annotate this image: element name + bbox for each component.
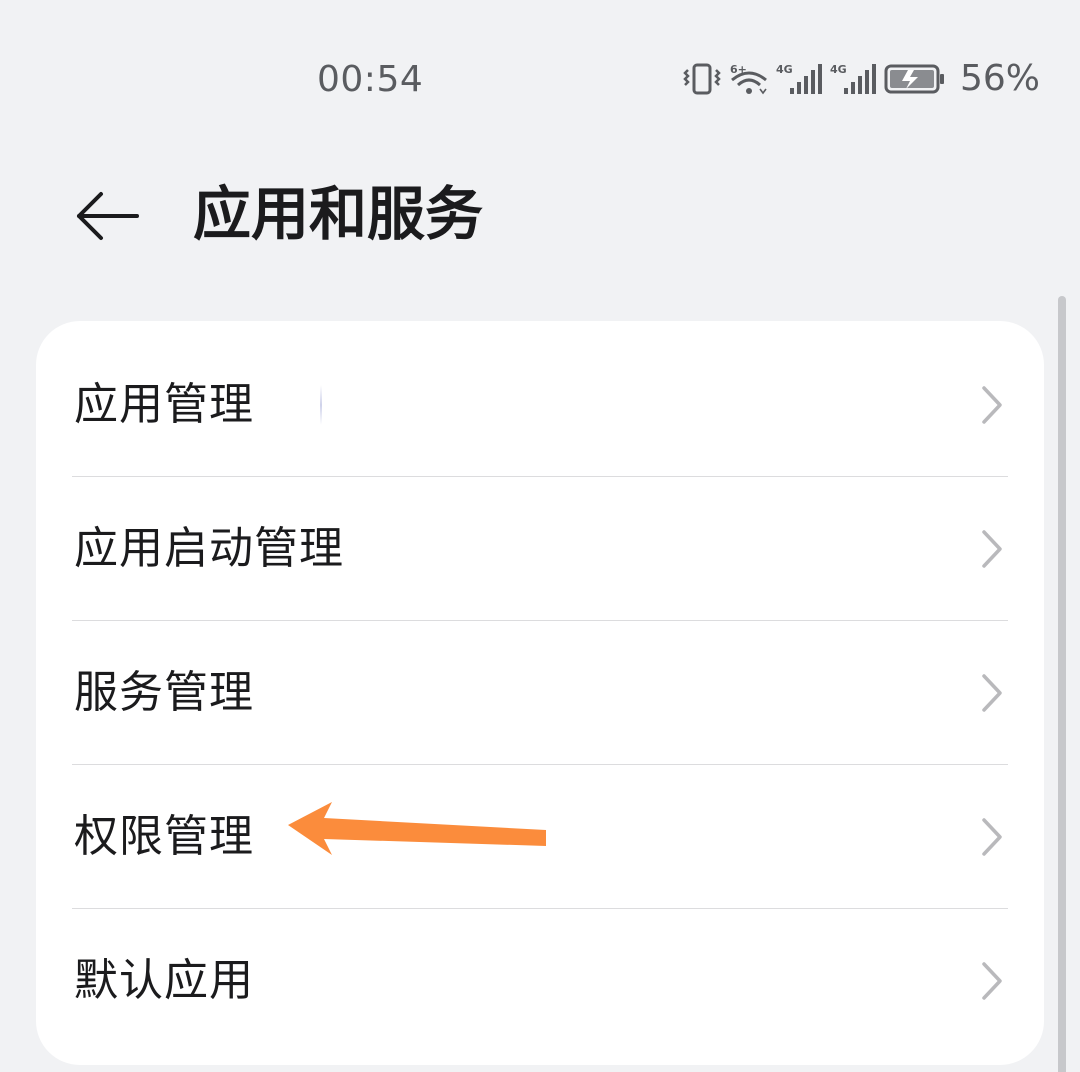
scrollbar[interactable] bbox=[1058, 296, 1066, 1072]
svg-text:4G: 4G bbox=[776, 63, 793, 76]
annotation-arrow-icon bbox=[288, 802, 546, 855]
menu-item-label: 服务管理 bbox=[74, 667, 254, 718]
status-icons: 6+ 4G 4G 56% bbox=[682, 54, 1040, 104]
back-button[interactable] bbox=[70, 180, 142, 252]
chevron-right-icon bbox=[982, 962, 1002, 1000]
battery-charging-icon bbox=[884, 64, 944, 94]
battery-percent: 56% bbox=[959, 58, 1040, 99]
signal-4g-icon: 4G bbox=[776, 63, 822, 94]
status-time: 00:54 bbox=[317, 59, 424, 100]
cursor-mark bbox=[320, 385, 322, 425]
signal-4g-icon: 4G bbox=[830, 63, 876, 94]
menu-item-app-launch-management[interactable]: 应用启动管理 bbox=[36, 477, 1044, 621]
chevron-right-icon bbox=[982, 386, 1002, 424]
chevron-right-icon bbox=[982, 818, 1002, 856]
arrow-left-icon bbox=[77, 192, 139, 240]
annotation-arrow-shape bbox=[288, 802, 546, 855]
menu-item-service-management[interactable]: 服务管理 bbox=[36, 621, 1044, 765]
vibrate-icon bbox=[683, 63, 721, 95]
svg-text:4G: 4G bbox=[830, 63, 847, 76]
chevron-right-icon bbox=[982, 674, 1002, 712]
menu-item-label: 权限管理 bbox=[74, 811, 254, 862]
menu-item-default-apps[interactable]: 默认应用 bbox=[36, 909, 1044, 1053]
menu-item-label: 应用管理 bbox=[74, 379, 254, 430]
menu-item-app-management[interactable]: 应用管理 bbox=[36, 333, 1044, 477]
menu-item-label: 默认应用 bbox=[74, 955, 254, 1006]
settings-screen: 00:54 6+ 4G 4G 56% 应用和服务 应用管理 应用启动管理 服务管… bbox=[0, 0, 1080, 1072]
page-title: 应用和服务 bbox=[193, 180, 484, 248]
menu-card: 应用管理 应用启动管理 服务管理 权限管理 默认应用 bbox=[36, 321, 1044, 1065]
menu-item-label: 应用启动管理 bbox=[74, 523, 344, 574]
chevron-right-icon bbox=[982, 530, 1002, 568]
wifi-6-icon: 6+ bbox=[730, 63, 767, 95]
